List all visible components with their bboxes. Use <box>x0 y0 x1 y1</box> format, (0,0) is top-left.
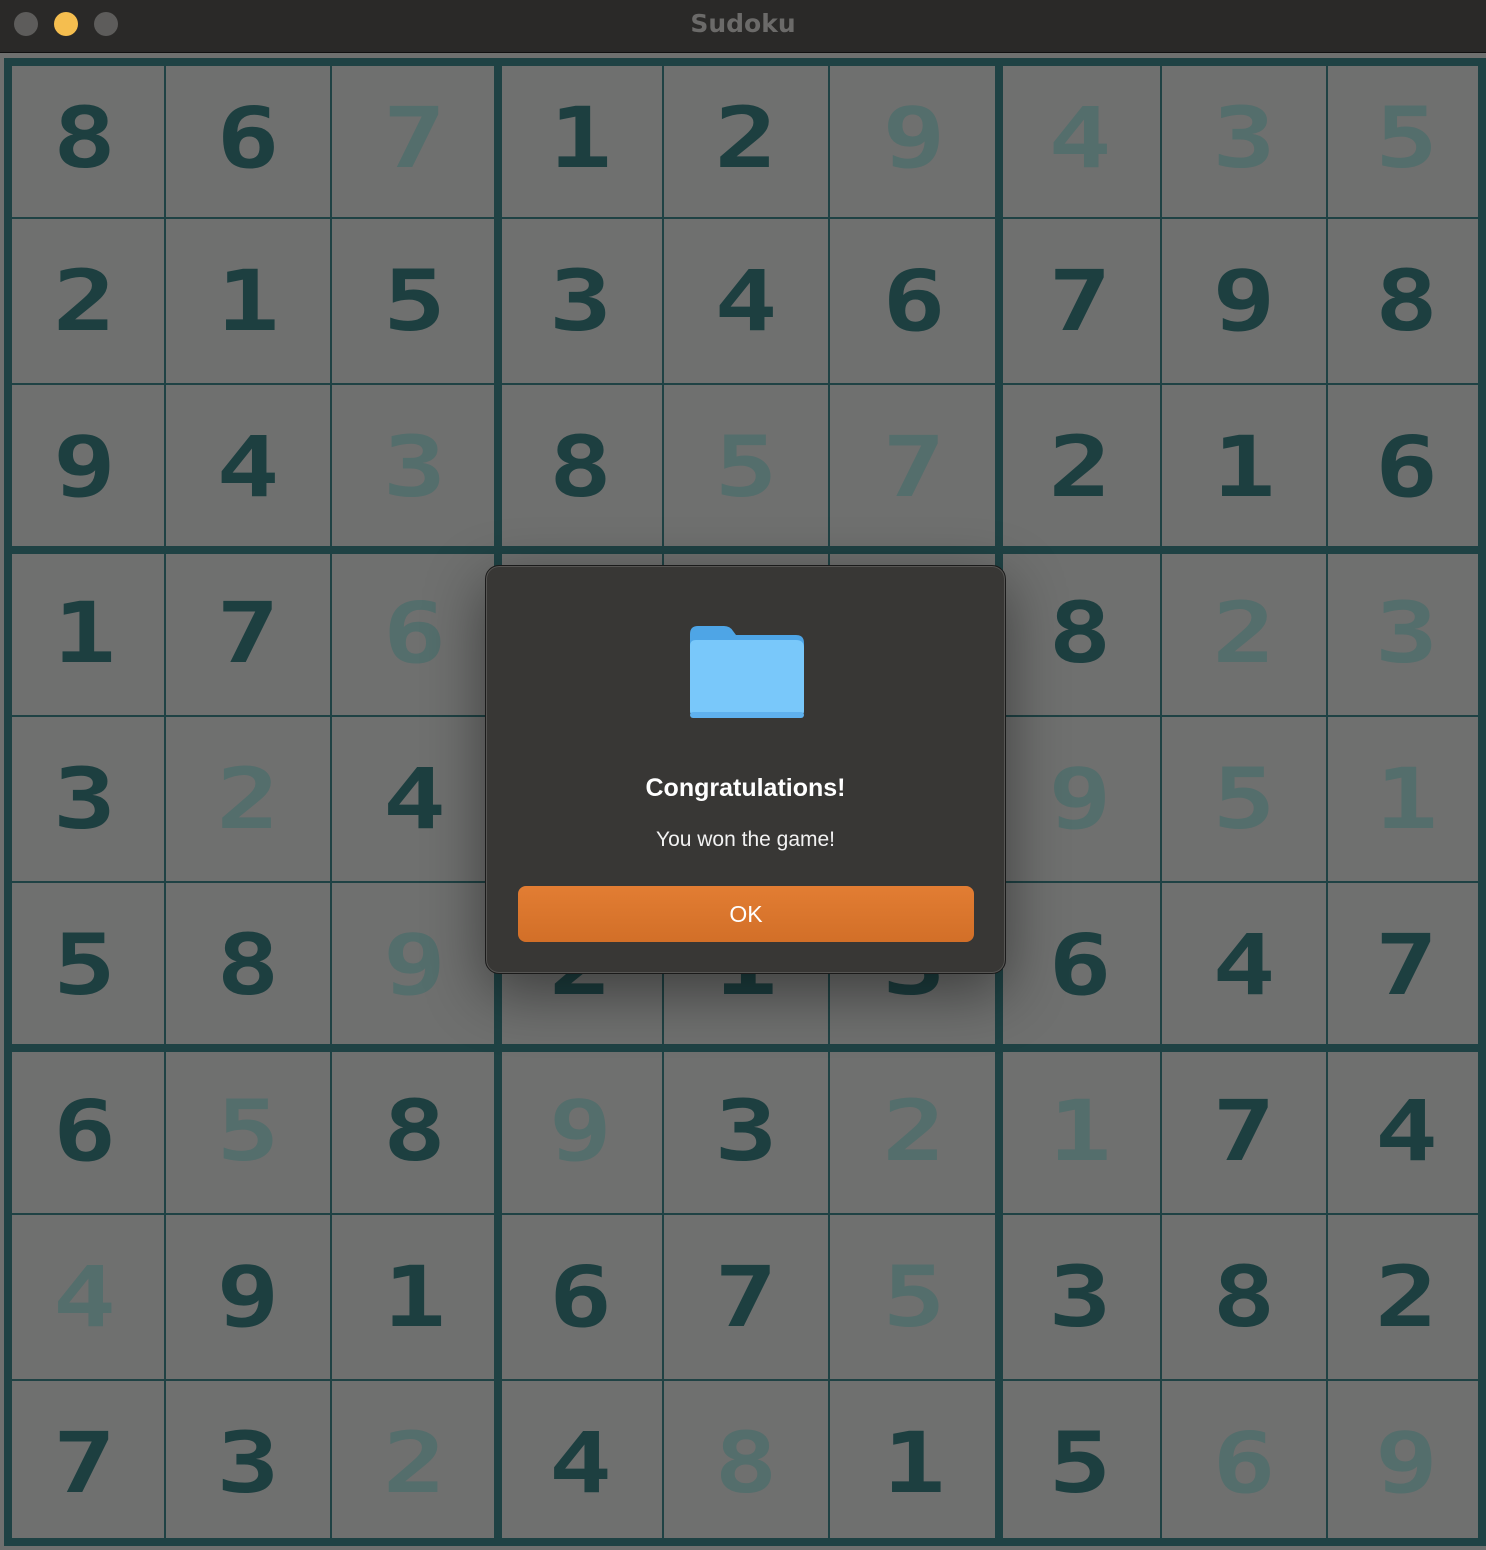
window-title: Sudoku <box>690 9 796 38</box>
cell-border-vertical <box>330 58 332 1546</box>
sudoku-cell[interactable]: 1 <box>1307 716 1486 882</box>
cell-border-horizontal <box>4 1379 1486 1381</box>
box-border-vertical <box>4 58 12 1546</box>
sudoku-cell[interactable]: 8 <box>1307 218 1486 384</box>
sudoku-cell[interactable]: 6 <box>1307 384 1486 550</box>
sudoku-cell[interactable]: 5 <box>1307 58 1486 218</box>
cell-border-horizontal <box>4 383 1486 385</box>
title-bar[interactable]: Sudoku <box>0 0 1486 53</box>
cell-border-vertical <box>164 58 166 1546</box>
ok-button[interactable]: OK <box>518 886 974 942</box>
sudoku-cell[interactable]: 9 <box>1307 1380 1486 1546</box>
box-border-horizontal <box>4 1538 1486 1546</box>
sudoku-window: Sudoku 867129435215346798943857216176598… <box>0 0 1486 1550</box>
box-border-horizontal <box>4 546 1486 554</box>
cell-border-horizontal <box>4 217 1486 219</box>
box-border-horizontal <box>4 58 1486 66</box>
dialog-message: You won the game! <box>655 828 836 851</box>
sudoku-cell[interactable]: 4 <box>1307 1048 1486 1214</box>
box-border-vertical <box>1478 58 1486 1546</box>
sudoku-cell[interactable]: 3 <box>1307 550 1486 716</box>
box-border-horizontal <box>4 1044 1486 1052</box>
folder-icon <box>690 626 804 718</box>
sudoku-cell[interactable]: 2 <box>1307 1214 1486 1380</box>
win-dialog: Congratulations! You won the game! OK <box>485 565 1006 974</box>
dialog-title: Congratulations! <box>645 774 846 802</box>
cell-border-horizontal <box>4 1213 1486 1215</box>
cell-border-vertical <box>1160 58 1162 1546</box>
sudoku-cell[interactable]: 7 <box>1307 882 1486 1048</box>
cell-border-vertical <box>1326 58 1328 1546</box>
